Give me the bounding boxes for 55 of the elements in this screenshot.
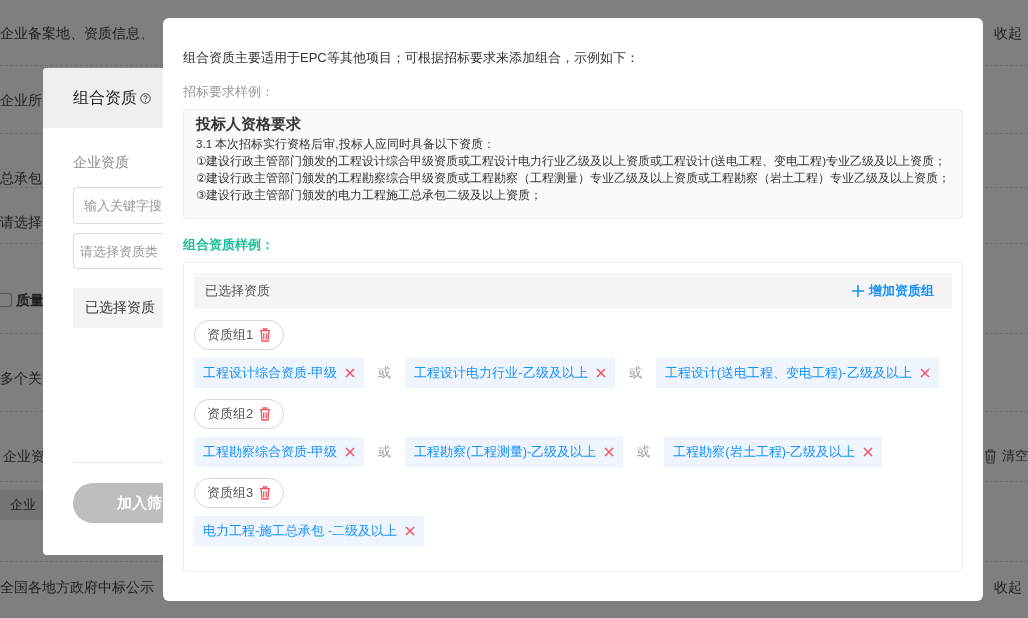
close-icon[interactable] (405, 526, 416, 536)
background-text: 多个关 (0, 369, 42, 388)
selected-label: 已选择资质 (85, 299, 155, 317)
tag-text: 电力工程-施工总承包 -二级及以上 (203, 522, 398, 540)
tag-text: 工程设计综合资质-甲级 (203, 364, 338, 382)
search-field[interactable]: 输入关键字搜 (73, 187, 163, 224)
or-text: 或 (628, 364, 642, 382)
or-text: 或 (378, 443, 392, 461)
background-text: 企业备案地、资质信息、 (0, 24, 154, 43)
background-text: 全国各地方政府中标公示 (0, 578, 154, 597)
close-icon[interactable] (604, 447, 615, 457)
group-label: 资质组1 (207, 326, 254, 344)
tag-text: 工程勘察(岩土工程)-乙级及以上 (673, 443, 856, 461)
collapse-link[interactable]: 收起 (994, 577, 1022, 597)
close-icon[interactable] (863, 447, 874, 457)
field-label: 企业资质 (73, 153, 129, 172)
close-icon[interactable] (345, 447, 356, 457)
header-text: 已选择资质 (205, 282, 270, 300)
collapse-link[interactable]: 收起 (994, 23, 1022, 43)
close-icon[interactable] (345, 368, 356, 378)
trash-icon[interactable] (259, 407, 272, 421)
sample-line: ③建设行政主管部门颁发的电力工程施工总承包二级及以上资质； (196, 187, 544, 203)
section-label: 招标要求样例： (183, 83, 275, 101)
trash-icon[interactable] (259, 486, 272, 500)
checkbox-label: 质量 (16, 291, 44, 310)
tag-text: 工程勘察(工程测量)-乙级及以上 (414, 443, 597, 461)
trash-icon[interactable] (984, 448, 997, 464)
sample-line: ①建设行政主管部门颁发的工程设计综合甲级资质或工程设计电力行业乙级及以上资质或工程设计(送电工程、变电工程)专业乙级及以上资质； (196, 153, 948, 169)
panel-title: 组合资质 (73, 87, 137, 108)
close-icon[interactable] (919, 368, 930, 378)
select-field[interactable]: 请选择资质类 (73, 233, 163, 269)
background-text: 请选择 (0, 213, 42, 232)
tag-text: 工程勘察综合资质-甲级 (203, 443, 338, 461)
tag-text: 工程设计(送电工程、变电工程)-乙级及以上 (664, 364, 912, 382)
background-text: 企业所 (0, 91, 42, 110)
close-icon[interactable] (595, 368, 606, 378)
tag-text: 工程设计电力行业-乙级及以上 (414, 364, 588, 382)
add-group-link[interactable]: 增加资质组 (869, 282, 934, 300)
intro-text: 组合资质主要适用于EPC等其他项目；可根据招标要求来添加组合，示例如下： (183, 49, 640, 67)
help-icon[interactable] (140, 92, 151, 104)
or-text: 或 (378, 364, 392, 382)
trash-icon[interactable] (259, 328, 272, 342)
plus-icon[interactable] (852, 285, 864, 297)
filter-tag[interactable]: 企业 (0, 490, 43, 520)
clear-link[interactable]: 清空 (1002, 446, 1028, 466)
or-text: 或 (637, 443, 651, 461)
sample-title: 投标人资格要求 (196, 114, 302, 134)
background-text: 总承包 (0, 169, 42, 188)
group-label: 资质组3 (207, 484, 254, 502)
sample-line: 3.1 本次招标实行资格后审,投标人应同时具备以下资质： (196, 136, 496, 152)
checkbox[interactable] (0, 293, 12, 307)
sample-line: ②建设行政主管部门颁发的工程勘察综合甲级资质或工程勘察（工程测量）专业乙级及以上资质或工程勘察（岩土工程）专业乙级及以上资质； (196, 170, 952, 186)
group-label: 资质组2 (207, 405, 254, 423)
section-label: 组合资质样例： (183, 236, 275, 254)
background-text: 企业资 (3, 447, 45, 466)
